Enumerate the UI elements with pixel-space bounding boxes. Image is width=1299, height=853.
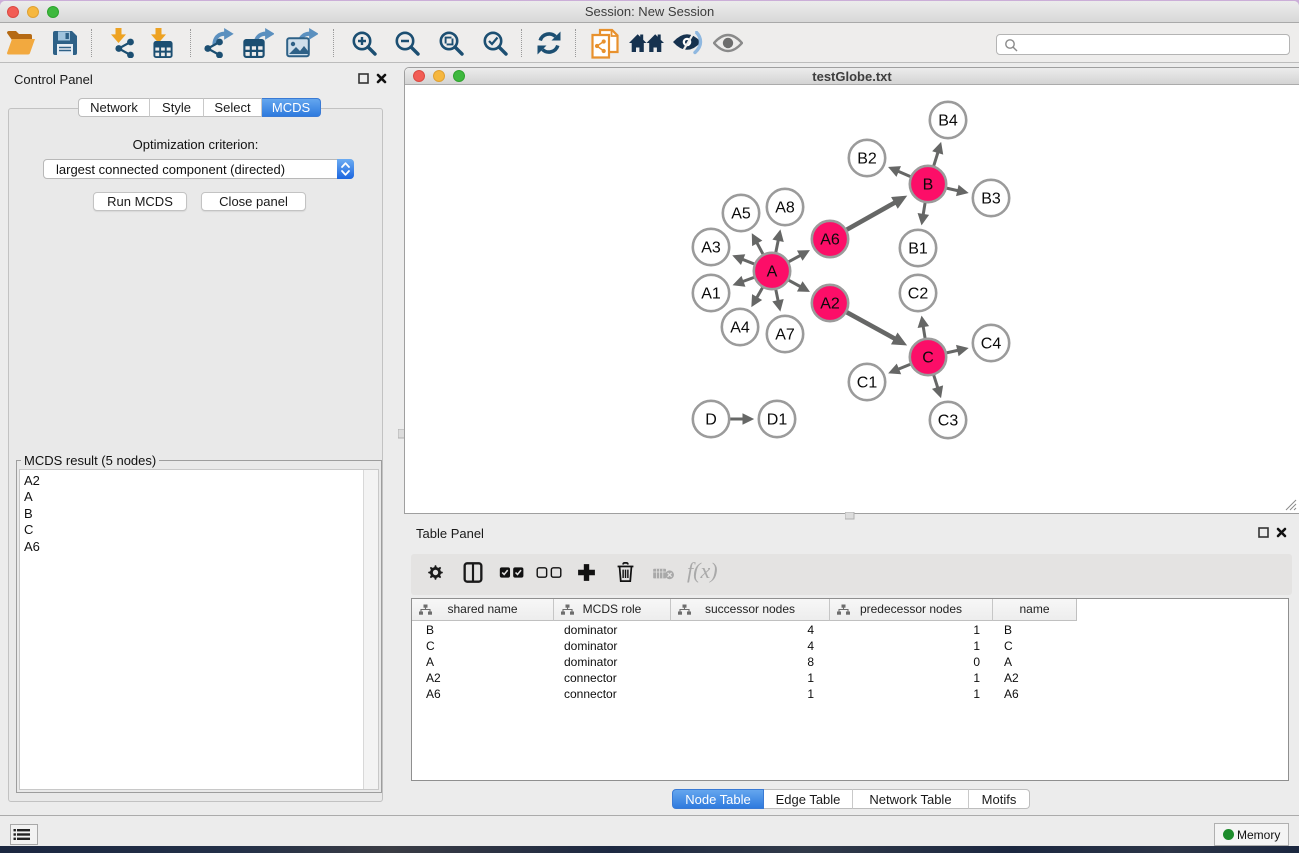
svg-text:A: A [767, 264, 778, 281]
svg-text:A5: A5 [731, 206, 751, 223]
svg-text:B4: B4 [938, 113, 958, 130]
svg-text:D: D [705, 412, 717, 429]
svg-text:C: C [922, 350, 934, 367]
svg-text:A2: A2 [820, 296, 840, 313]
svg-text:A8: A8 [775, 200, 795, 217]
svg-text:C1: C1 [857, 375, 878, 392]
svg-text:A4: A4 [730, 320, 750, 337]
svg-text:A7: A7 [775, 327, 795, 344]
svg-text:D1: D1 [767, 412, 788, 429]
svg-text:C3: C3 [938, 413, 959, 430]
svg-text:A1: A1 [701, 286, 721, 303]
svg-text:A3: A3 [701, 240, 721, 257]
svg-text:B2: B2 [857, 151, 877, 168]
svg-text:B1: B1 [908, 241, 928, 258]
svg-text:C2: C2 [908, 286, 929, 303]
svg-text:A6: A6 [820, 232, 840, 249]
svg-text:B3: B3 [981, 191, 1001, 208]
svg-text:C4: C4 [981, 336, 1002, 353]
svg-text:B: B [923, 177, 934, 194]
